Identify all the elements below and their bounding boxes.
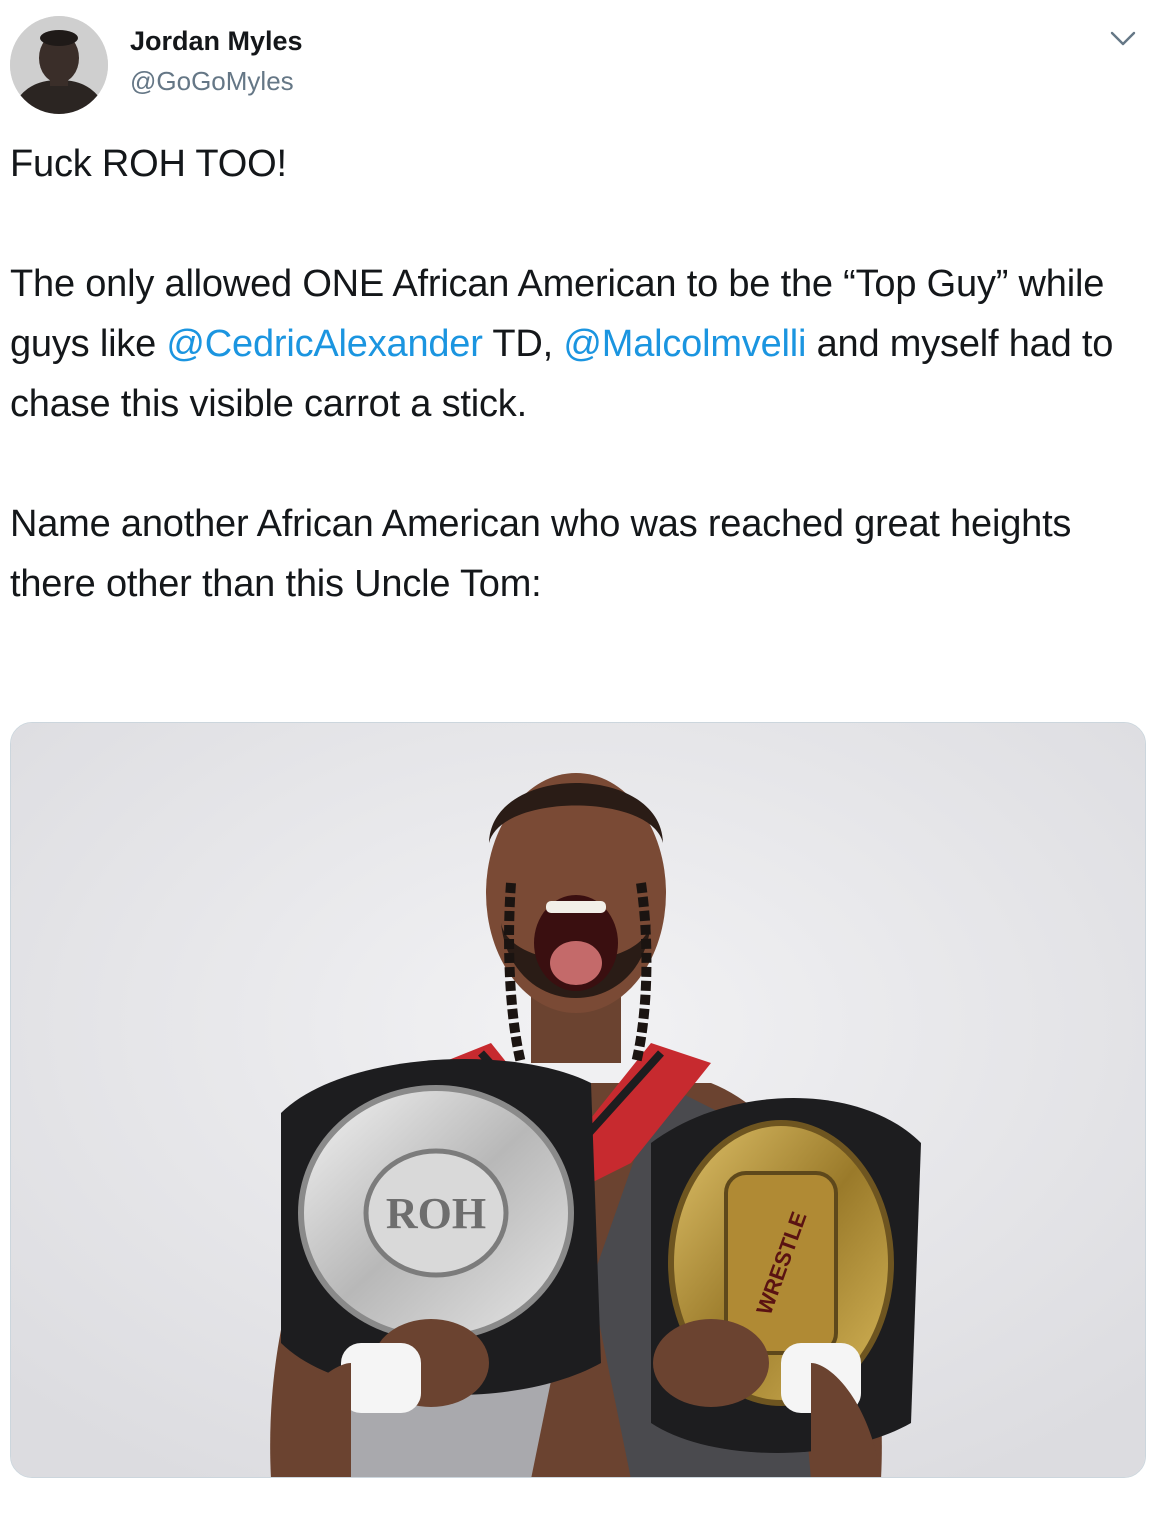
- avatar-photo-icon: [10, 16, 108, 114]
- author-avatar[interactable]: [10, 16, 108, 114]
- belt-left-text: ROH: [386, 1189, 486, 1238]
- tweet-text-segment: Fuck ROH TOO!: [10, 143, 287, 185]
- tweet: Jordan Myles @GoGoMyles Fuck ROH TOO! Th…: [0, 0, 1172, 1516]
- author-name[interactable]: Jordan Myles: [130, 26, 303, 57]
- chevron-down-icon[interactable]: [1108, 26, 1138, 50]
- tweet-paragraph: Fuck ROH TOO!: [10, 134, 1150, 194]
- mention-link[interactable]: @Malcolmvelli: [563, 323, 806, 365]
- tweet-text: Fuck ROH TOO! The only allowed ONE Afric…: [10, 134, 1150, 614]
- mention-link[interactable]: @CedricAlexander: [166, 323, 482, 365]
- tweet-paragraph: Name another African American who was re…: [10, 494, 1150, 614]
- wrestler-photo: ROH WRESTLE: [11, 723, 1145, 1477]
- tweet-media-photo[interactable]: ROH WRESTLE: [10, 722, 1146, 1478]
- tweet-paragraph: The only allowed ONE African American to…: [10, 254, 1150, 434]
- author-handle[interactable]: @GoGoMyles: [130, 66, 294, 97]
- tweet-text-segment: Name another African American who was re…: [10, 503, 1072, 605]
- tweet-text-segment: TD,: [482, 323, 564, 365]
